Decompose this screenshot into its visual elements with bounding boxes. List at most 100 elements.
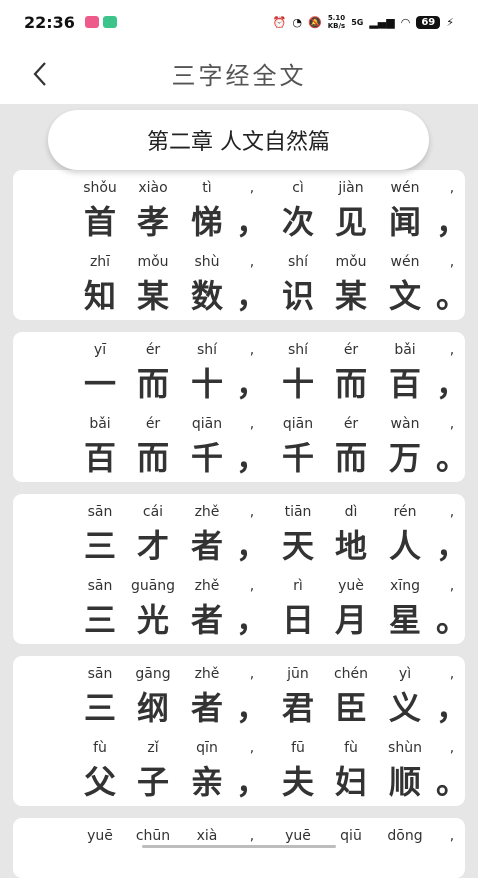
pinyin-text: jiàn bbox=[338, 180, 364, 196]
pinyin-text: wàn bbox=[390, 416, 420, 432]
pinyin-text: chén bbox=[333, 666, 369, 682]
pinyin-text: sān bbox=[87, 666, 113, 682]
pinyin-text: gāng bbox=[135, 666, 171, 682]
pinyin-text: , bbox=[449, 342, 455, 358]
pinyin-text: rén bbox=[393, 504, 417, 520]
pinyin-text: ér bbox=[145, 416, 161, 432]
pinyin-text: mǒu bbox=[335, 254, 367, 270]
hanzi-text: 义 bbox=[388, 689, 421, 727]
hanzi-text: 千 bbox=[281, 439, 314, 477]
hanzi-text: 夫 bbox=[281, 763, 314, 801]
verse-card[interactable]: yuē chūn xià, yuē qiū dōng, bbox=[13, 818, 465, 878]
hanzi-text: 知 bbox=[83, 277, 116, 315]
pinyin-text: fù bbox=[344, 740, 358, 756]
verse-line: yuē chūn xià, yuē qiū dōng, bbox=[73, 826, 457, 878]
pinyin-text: tiān bbox=[284, 504, 312, 520]
hanzi-text: 闻 bbox=[388, 203, 421, 241]
pinyin-text: jūn bbox=[287, 666, 309, 682]
pinyin-text: guāng bbox=[130, 578, 176, 594]
alarm-icon: ⏰ bbox=[272, 15, 287, 29]
pinyin-text: bǎi bbox=[394, 342, 416, 358]
pinyin-text: fù bbox=[93, 740, 107, 756]
verse-line: sān 三 gāng 纲 zhě 者,， jūn 君 chén 臣 yì 义,， bbox=[73, 664, 465, 738]
pinyin-text: yuē bbox=[87, 828, 113, 844]
pinyin-text: shùn bbox=[388, 740, 422, 756]
verse-line: sān 三 cái 才 zhě 者,， tiān 天 dì 地 rén 人,， bbox=[73, 502, 465, 576]
pinyin-text: yuè bbox=[338, 578, 364, 594]
hanzi-text: 君 bbox=[281, 689, 314, 727]
pinyin-text: qiān bbox=[282, 416, 314, 432]
hanzi-text: ， bbox=[435, 203, 465, 241]
wifi-icon: ◠ bbox=[400, 15, 411, 29]
battery-badge: 69 bbox=[416, 15, 441, 29]
pinyin-text: yī bbox=[93, 342, 107, 358]
hanzi-text: 月 bbox=[334, 601, 367, 639]
pinyin-text: mǒu bbox=[137, 254, 169, 270]
pinyin-text: wén bbox=[390, 254, 420, 270]
home-indicator bbox=[142, 845, 336, 848]
hanzi-text: 百 bbox=[388, 365, 421, 403]
verse-card[interactable]: sān 三 gāng 纲 zhě 者,， jūn 君 chén 臣 yì 义,， fù 父 zǐ 子 qīn 亲,… bbox=[13, 656, 465, 806]
hanzi-text: ， bbox=[435, 689, 465, 727]
pinyin-text: chūn bbox=[135, 828, 171, 844]
pinyin-text: shǒu bbox=[83, 180, 117, 196]
hanzi-text: 日 bbox=[281, 601, 314, 639]
hanzi-text: 妇 bbox=[334, 763, 367, 801]
pinyin-text: sān bbox=[87, 504, 113, 520]
pinyin-text: dì bbox=[344, 504, 358, 520]
pinyin-text: , bbox=[449, 578, 455, 594]
hanzi-text: 一 bbox=[83, 365, 116, 403]
hanzi-text: 。 bbox=[435, 439, 465, 477]
status-right: ⏰ ◔ 🔕 5.10 KB/s 5G ▂▄▆ ◠ 69 ⚡ bbox=[273, 14, 454, 30]
hanzi-text: 。 bbox=[435, 277, 465, 315]
status-time: 22:36 bbox=[24, 12, 75, 32]
hanzi-text: 识 bbox=[281, 277, 314, 315]
pinyin-text: , bbox=[449, 254, 455, 270]
hanzi-text: 而 bbox=[334, 439, 367, 477]
verse-card[interactable]: sān 三 cái 才 zhě 者,， tiān 天 dì 地 rén 人,， sān 三 guāng 光 zh… bbox=[13, 494, 465, 644]
app-notification-icon bbox=[84, 16, 99, 28]
hanzi-text: 某 bbox=[334, 277, 367, 315]
hanzi-text: ， bbox=[435, 527, 465, 565]
hanzi-text: 。 bbox=[435, 601, 465, 639]
pinyin-text: xiào bbox=[138, 180, 168, 196]
hanzi-text: 三 bbox=[83, 601, 116, 639]
pinyin-text: ér bbox=[343, 342, 359, 358]
hanzi-text: 百 bbox=[83, 439, 116, 477]
hanzi-text: 而 bbox=[334, 365, 367, 403]
hanzi-text: 文 bbox=[388, 277, 421, 315]
pinyin-text: cì bbox=[292, 180, 304, 196]
verse-line: zhī 知 mǒu 某 shù 数,， shí 识 mǒu 某 wén 文,。 bbox=[73, 252, 465, 320]
verse-line: yī 一 ér 而 shí 十,， shí 十 ér 而 bǎi 百,， bbox=[73, 340, 465, 414]
pinyin-text: sān bbox=[87, 578, 113, 594]
pinyin-text: , bbox=[449, 180, 455, 196]
pinyin-text: rì bbox=[293, 578, 303, 594]
hanzi-text: 首 bbox=[83, 203, 116, 241]
signal-icon: ▂▄▆ bbox=[369, 15, 395, 29]
hanzi-text: 万 bbox=[388, 439, 421, 477]
hanzi-text: 某 bbox=[136, 277, 169, 315]
pinyin-text: bǎi bbox=[89, 416, 111, 432]
hanzi-text: 顺 bbox=[388, 763, 421, 801]
net-speed: 5.10 KB/s bbox=[327, 14, 346, 30]
pinyin-text: ér bbox=[343, 416, 359, 432]
hanzi-text: 孝 bbox=[136, 203, 169, 241]
pinyin-text: qiū bbox=[340, 828, 362, 844]
pinyin-text: yì bbox=[398, 666, 412, 682]
pinyin-text: shí bbox=[287, 342, 309, 358]
mute-icon: 🔕 bbox=[308, 15, 322, 29]
pinyin-text: , bbox=[449, 666, 455, 682]
hanzi-text: 三 bbox=[83, 527, 116, 565]
verse-card[interactable]: yī 一 ér 而 shí 十,， shí 十 ér 而 bǎi 百,， bǎi 百 ér 而 qiān 千,， q… bbox=[13, 332, 465, 482]
page-title: 三字经全文 bbox=[171, 62, 307, 90]
notification-icons bbox=[84, 16, 117, 28]
hanzi-text: 地 bbox=[334, 527, 367, 565]
pinyin-text: , bbox=[449, 828, 455, 844]
verse-card[interactable]: shǒu 首 xiào 孝 tì 悌,， cì 次 jiàn 见 wén 闻,， zhī 知 mǒu 某 shù… bbox=[13, 170, 465, 320]
pinyin-text: ér bbox=[145, 342, 161, 358]
hanzi-text: 星 bbox=[388, 601, 421, 639]
hanzi-text: 人 bbox=[388, 527, 421, 565]
pinyin-text: shí bbox=[287, 254, 309, 270]
pinyin-text: xīng bbox=[390, 578, 420, 594]
hanzi-text: 而 bbox=[136, 365, 169, 403]
